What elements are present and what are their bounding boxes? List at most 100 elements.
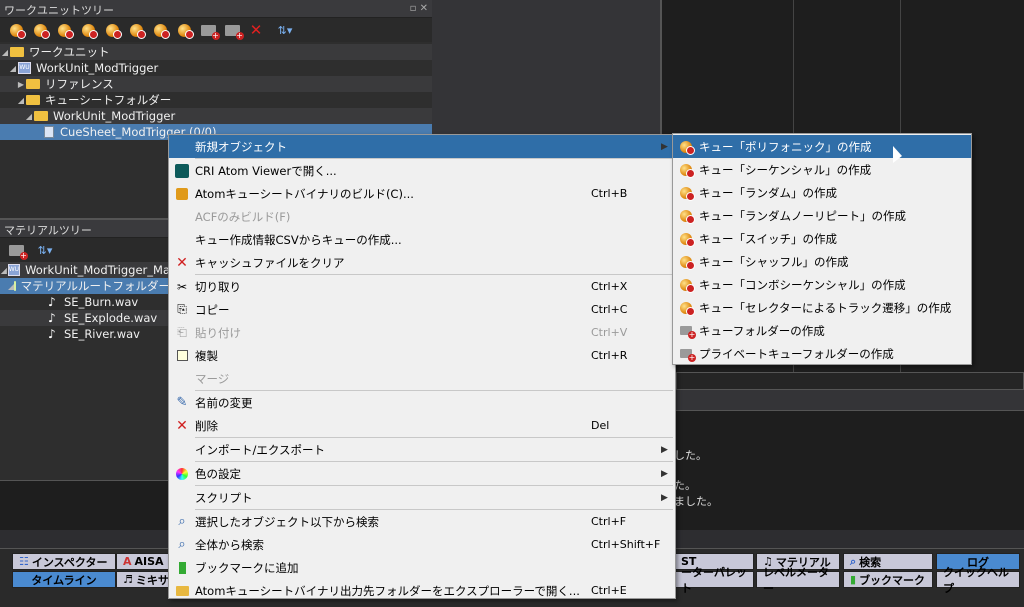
tree-item-workunit[interactable]: ◢ WU WorkUnit_ModTrigger xyxy=(0,60,432,76)
create-cue-button[interactable] xyxy=(174,20,194,40)
tab-mixer[interactable]: ♬ ミキサ xyxy=(116,571,170,588)
aisac-icon: A xyxy=(123,555,132,568)
cue-icon xyxy=(673,278,699,293)
log-line: ました。 xyxy=(674,495,718,508)
expand-icon[interactable]: ◢ xyxy=(0,266,8,275)
menu-item[interactable]: CRI Atom Viewerで開く... xyxy=(169,159,675,182)
tree-item-material-file[interactable]: ♪ SE_Explode.wav xyxy=(0,310,170,326)
tab-bookmark[interactable]: ▮ ブックマーク xyxy=(843,571,933,588)
panel-controls[interactable]: ▫ ✕ xyxy=(410,3,428,14)
submenu-item-label: キュー「ポリフォニック」の作成 xyxy=(699,139,872,154)
menu-item[interactable]: Atomキューシートバイナリ出力先フォルダーをエクスプローラーで開く... Ctr… xyxy=(169,579,675,602)
expand-icon[interactable]: ◢ xyxy=(24,112,34,121)
menu-item-label: ACFのみビルド(F) xyxy=(195,209,291,224)
folder-icon xyxy=(10,47,24,57)
submenu-item[interactable]: キューフォルダーの作成 xyxy=(673,319,971,342)
tree-item-material-root[interactable]: ◢ マテリアルルートフォルダー xyxy=(0,278,170,294)
menu-item[interactable]: キュー作成情報CSVからキューの作成... xyxy=(169,228,675,251)
tree-item-material-workunit[interactable]: ◢ WU WorkUnit_ModTrigger_Ma xyxy=(0,262,170,278)
menu-item-label: 名前の変更 xyxy=(195,395,253,410)
menu-item[interactable]: マージ xyxy=(169,367,675,390)
menu-item-label: キャッシュファイルをクリア xyxy=(195,255,345,270)
menu-item[interactable]: Atomキューシートバイナリのビルド(C)... Ctrl+B xyxy=(169,182,675,205)
submenu-item[interactable]: キュー「シャッフル」の作成 xyxy=(673,250,971,273)
expand-icon[interactable]: ▶ xyxy=(16,80,26,89)
menu-item[interactable]: 複製 Ctrl+R xyxy=(169,344,675,367)
delete-icon: ✕ xyxy=(176,417,188,434)
viewer-icon xyxy=(169,163,195,178)
create-folder-button[interactable] xyxy=(198,20,220,40)
menu-item[interactable]: ブックマークに追加 xyxy=(169,556,675,579)
menu-item-label: CRI Atom Viewerで開く... xyxy=(195,163,337,178)
submenu-item[interactable]: キュー「ランダム」の作成 xyxy=(673,181,971,204)
submenu-item[interactable]: キュー「コンボシーケンシャル」の作成 xyxy=(673,273,971,296)
cue-icon xyxy=(673,232,699,247)
tree-item-workunit-root[interactable]: ◢ ワークユニット xyxy=(0,44,432,60)
submenu-item[interactable]: キュー「シーケンシャル」の作成 xyxy=(673,158,971,181)
delete-icon[interactable]: ✕ xyxy=(246,20,266,40)
sort-icon[interactable]: ⇅▾ xyxy=(30,240,60,260)
submenu-item[interactable]: キュー「ポリフォニック」の作成 xyxy=(673,135,971,158)
inspector-icon: ☷ xyxy=(19,555,29,568)
create-cue-button[interactable] xyxy=(54,20,74,40)
menu-item[interactable]: ACFのみビルド(F) xyxy=(169,205,675,228)
tree-item-material-file[interactable]: ♪ SE_Burn.wav xyxy=(0,294,170,310)
duplicate-icon xyxy=(169,350,195,361)
tree-item-reference[interactable]: ▶ リファレンス xyxy=(0,76,432,92)
submenu-item[interactable]: プライベートキューフォルダーの作成 xyxy=(673,342,971,365)
menu-item[interactable]: ✕ キャッシュファイルをクリア xyxy=(169,251,675,274)
create-cue-button[interactable] xyxy=(102,20,122,40)
menu-item[interactable]: ✎ 名前の変更 xyxy=(169,391,675,414)
tree-item-cuesheet-folder[interactable]: ◢ キューシートフォルダー xyxy=(0,92,432,108)
create-cue-button[interactable] xyxy=(150,20,170,40)
tab-search[interactable]: ⌕ 検索 xyxy=(843,553,933,570)
workunit-icon: WU xyxy=(18,62,31,74)
menu-item[interactable]: ⌕ 全体から検索 Ctrl+Shift+F xyxy=(169,533,675,556)
menu-item[interactable]: インポート/エクスポート ▶ xyxy=(169,438,675,461)
tab-aisac[interactable]: A AISA xyxy=(116,553,170,570)
audio-file-icon: ♪ xyxy=(48,327,56,341)
create-cue-button[interactable] xyxy=(30,20,50,40)
menu-item-shortcut: Ctrl+C xyxy=(591,303,628,316)
menu-item[interactable]: スクリプト ▶ xyxy=(169,486,675,509)
create-folder-button[interactable] xyxy=(6,240,28,260)
create-folder-button[interactable] xyxy=(222,20,244,40)
mixer-icon: ♬ xyxy=(123,573,133,586)
expand-icon[interactable]: ◢ xyxy=(16,96,26,105)
menu-item-shortcut: Del xyxy=(591,419,610,432)
create-cue-button[interactable] xyxy=(78,20,98,40)
submenu-item-label: キュー「セレクターによるトラック遷移」の作成 xyxy=(699,300,952,315)
submenu-item[interactable]: キュー「スイッチ」の作成 xyxy=(673,227,971,250)
tab-timeline[interactable]: タイムライン xyxy=(12,571,116,588)
bookmark-icon xyxy=(169,561,195,574)
tab-level-meter[interactable]: レベルメーター xyxy=(756,566,840,595)
menu-item[interactable]: 新規オブジェクト ▶ xyxy=(169,135,675,158)
folder-icon xyxy=(673,326,699,339)
workunit-tree: ◢ ワークユニット ◢ WU WorkUnit_ModTrigger ▶ リファレンス … xyxy=(0,42,432,140)
tree-item-cuesheet-folder-workunit[interactable]: ◢ WorkUnit_ModTrigger xyxy=(0,108,432,124)
menu-item[interactable]: ⎗ 貼り付け Ctrl+V xyxy=(169,321,675,344)
expand-icon[interactable]: ◢ xyxy=(8,64,18,73)
menu-item[interactable]: 色の設定 ▶ xyxy=(169,462,675,485)
tree-item-material-file[interactable]: ♪ SE_River.wav xyxy=(0,326,170,342)
submenu-item[interactable]: キュー「ランダムノーリピート」の作成 xyxy=(673,204,971,227)
menu-item[interactable]: ✂ 切り取り Ctrl+X xyxy=(169,275,675,298)
menu-item[interactable]: ⌕ 選択したオブジェクト以下から検索 Ctrl+F xyxy=(169,510,675,533)
cue-icon xyxy=(673,186,699,201)
menu-item-label: ブックマークに追加 xyxy=(195,560,299,575)
menu-item-shortcut: Ctrl+X xyxy=(591,280,628,293)
menu-item[interactable]: ⎘ コピー Ctrl+C xyxy=(169,298,675,321)
create-cue-button[interactable] xyxy=(126,20,146,40)
material-panel-title: マテリアルツリー xyxy=(0,220,170,238)
sort-icon[interactable]: ⇅▾ xyxy=(270,20,300,40)
scrollbar[interactable] xyxy=(676,372,1024,390)
tab-inspector[interactable]: ☷ インスペクター xyxy=(12,553,116,570)
create-cue-button[interactable] xyxy=(6,20,26,40)
submenu-item[interactable]: キュー「セレクターによるトラック遷移」の作成 xyxy=(673,296,971,319)
folder-icon xyxy=(26,95,40,105)
menu-item[interactable]: ✕ 削除 Del xyxy=(169,414,675,437)
cue-icon xyxy=(673,301,699,316)
tab-quick-help[interactable]: クイックヘルプ xyxy=(936,566,1020,595)
tab-parameter-palette[interactable]: ーターパレット xyxy=(674,566,754,595)
expand-icon[interactable]: ◢ xyxy=(0,48,10,57)
